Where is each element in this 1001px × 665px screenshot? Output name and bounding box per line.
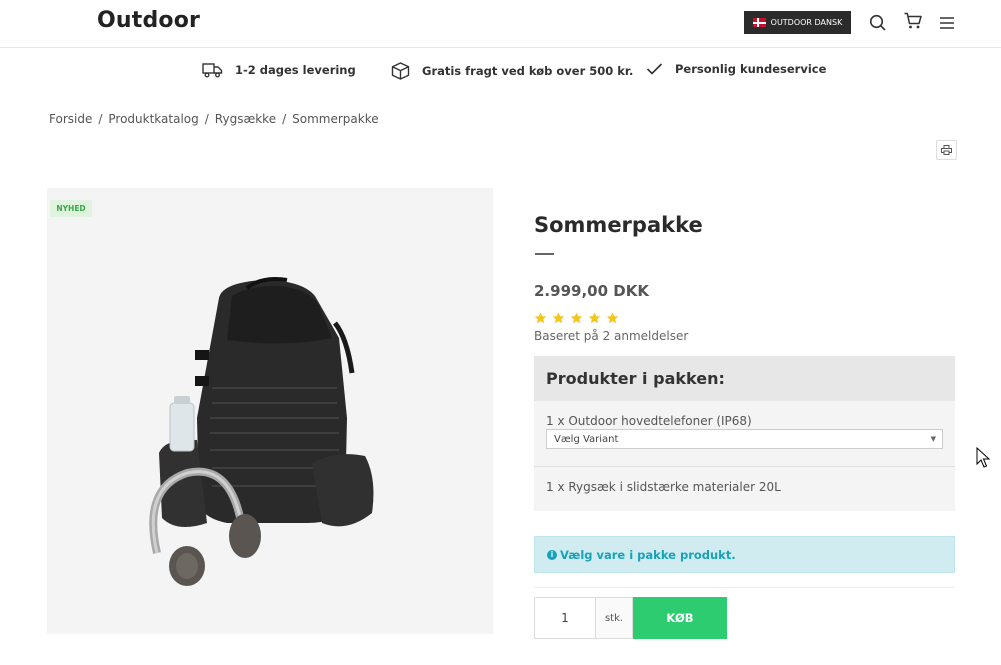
usp-service-text: Personlig kundeservice [675,62,827,76]
breadcrumb: Forside / Produktkatalog / Rygsække / So… [49,112,379,126]
breadcrumb-home[interactable]: Forside [49,112,92,126]
info-icon: i [547,549,557,560]
title-divider [535,253,554,255]
new-badge: NYHED [50,200,92,217]
check-icon [646,63,663,75]
language-selector[interactable]: OUTDOOR DANSK [744,11,851,34]
notice-text: Vælg vare i pakke produkt. [560,547,736,562]
bundle-item-backpack: 1 x Rygsæk i slidstærke materialer 20L [546,480,781,494]
bundle-heading: Produkter i pakken: [546,369,725,388]
search-icon[interactable] [868,13,888,33]
variant-select[interactable]: Vælg Variant ▼ [546,429,943,449]
bundle-divider [534,466,955,467]
menu-icon[interactable] [937,13,957,33]
product-image[interactable] [47,188,493,634]
denmark-flag-icon [752,18,766,27]
breadcrumb-backpacks[interactable]: Rygsække [215,112,276,126]
star-icon [588,312,601,324]
quantity-input[interactable]: 1 [534,597,596,639]
rating-stars[interactable] [534,312,619,324]
product-price: 2.999,00 DKK [534,282,649,300]
usp-shipping: Gratis fragt ved køb over 500 kr. [391,62,633,80]
usp-delivery: 1-2 dages levering [202,62,356,78]
print-button[interactable] [936,140,957,160]
truck-icon [202,63,223,78]
purchase-divider [534,587,955,588]
star-icon [552,312,565,324]
chevron-down-icon: ▼ [930,435,936,443]
breadcrumb-catalog[interactable]: Produktkatalog [108,112,198,126]
site-logo[interactable]: Outdoor [97,8,200,33]
cart-icon[interactable] [903,11,923,31]
star-icon [570,312,583,324]
breadcrumb-separator: / [98,112,103,126]
breadcrumb-current: Sommerpakke [292,112,379,126]
variant-select-value: Vælg Variant [554,433,619,445]
star-icon [534,312,547,324]
product-title: Sommerpakke [534,213,703,237]
star-icon [606,312,619,324]
bundle-item-headphones: 1 x Outdoor hovedtelefoner (IP68) [546,414,752,428]
bundle-notice: i Vælg vare i pakke produkt. [534,536,955,573]
quantity-unit: stk. [596,597,633,639]
mouse-cursor-icon [976,447,991,468]
backpack-image [149,277,374,586]
usp-delivery-text: 1-2 dages levering [235,63,356,77]
usp-shipping-text: Gratis fragt ved køb over 500 kr. [422,64,634,78]
breadcrumb-separator: / [204,112,209,126]
review-count[interactable]: Baseret på 2 anmeldelser [534,329,688,343]
box-icon [391,62,410,80]
buy-button[interactable]: KØB [633,597,727,639]
breadcrumb-separator: / [282,112,287,126]
usp-service: Personlig kundeservice [646,62,826,76]
bundle-header: Produkter i pakken: [534,356,955,401]
language-label: OUTDOOR DANSK [770,18,843,27]
printer-icon [941,145,952,155]
